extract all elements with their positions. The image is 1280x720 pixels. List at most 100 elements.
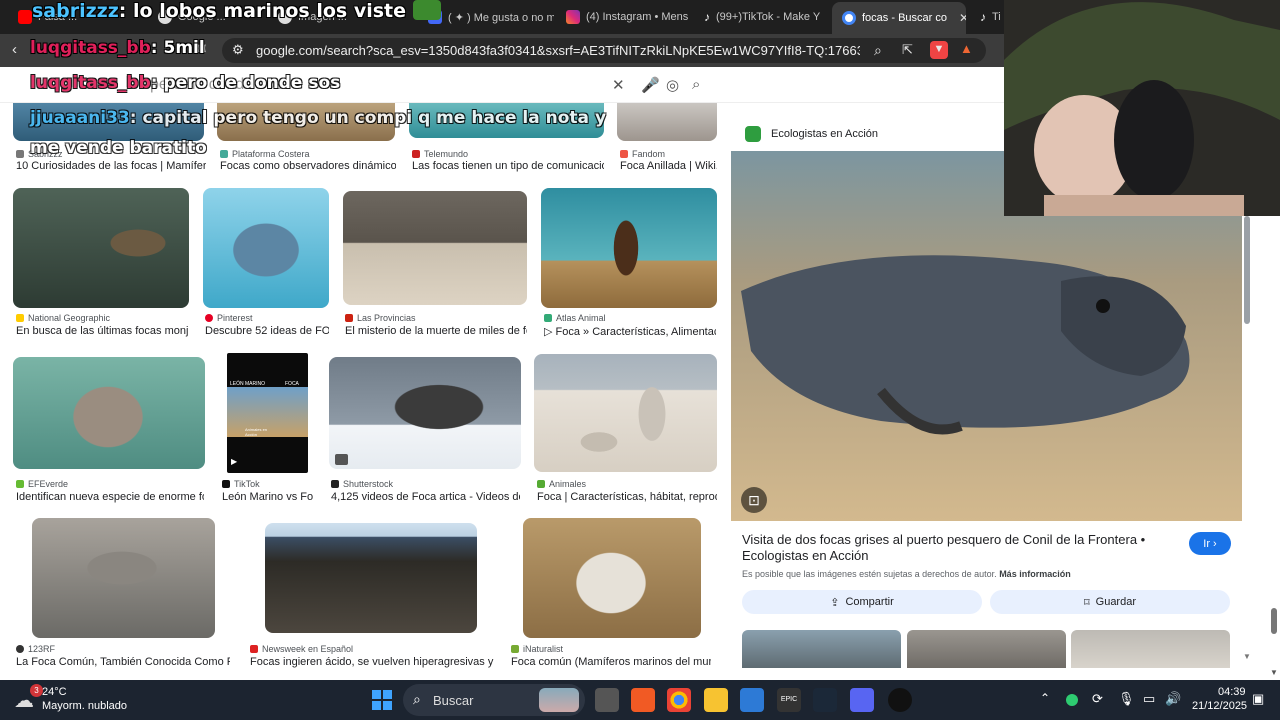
result-source[interactable]: Newsweek en Español [250,644,353,654]
scroll-down-icon[interactable]: ▼ [1243,652,1251,661]
start-windows-icon[interactable] [372,690,392,710]
task-view-icon[interactable] [595,688,619,712]
obs-icon[interactable] [888,688,912,712]
file-explorer-icon[interactable] [704,688,728,712]
result-source[interactable]: Shutterstock [331,479,393,489]
result-caption[interactable]: León Marino vs Fo... [222,491,314,503]
more-info-link[interactable]: Más información [999,569,1071,579]
related-image[interactable] [907,630,1066,668]
chrome-icon[interactable] [667,688,691,712]
result-image[interactable] [343,191,527,305]
zoom-search-icon[interactable]: ⌕ [874,42,882,58]
instagram-icon [566,10,580,24]
result-image[interactable] [203,188,329,308]
result-caption[interactable]: Foca Anillada | Wiki... [620,160,717,172]
share-icon[interactable]: ⇱ [902,42,913,58]
weather-widget[interactable]: ☁ 3 [14,684,43,712]
related-image[interactable] [742,630,901,668]
result-image[interactable] [13,188,189,308]
scroll-down-icon[interactable]: ▼ [1270,668,1278,677]
result-caption[interactable]: Identifican nueva especie de enorme foc.… [16,491,204,503]
clock-time[interactable]: 04:39 [1218,686,1246,698]
url-text[interactable]: google.com/search?sca_esv=1350d843fa3f03… [256,43,860,58]
result-source[interactable]: Animales [537,479,586,489]
brave-browser-icon[interactable] [631,688,655,712]
microphone-icon[interactable]: 🎙 [1118,691,1135,707]
result-caption[interactable]: Las focas tienen un tipo de comunicación… [412,160,604,172]
tab-instagram[interactable]: (4) Instagram • Mens [556,4,692,30]
result-caption[interactable]: 10 Curiosidades de las focas | Mamífero.… [16,160,206,172]
result-image[interactable] [541,188,717,308]
steam-icon[interactable] [813,688,837,712]
search-icon[interactable]: ⌕ [692,76,700,93]
weather-desc[interactable]: Mayorm. nublado [42,700,127,712]
back-arrow-icon[interactable]: ‹ [12,42,17,58]
page-scrollbar[interactable]: ▼ [1268,216,1280,678]
result-image[interactable] [13,357,205,469]
clear-search-icon[interactable]: ✕ [612,76,625,94]
result-source[interactable]: Telemundo [412,149,468,159]
lens-icon[interactable]: ◎ [666,76,679,94]
result-image[interactable] [534,354,717,472]
epic-games-icon[interactable]: EPIC [777,688,801,712]
google-icon [842,11,856,25]
result-caption[interactable]: Descubre 52 ideas de FO... [205,325,329,337]
result-caption[interactable]: El misterio de la muerte de miles de foc… [345,325,527,337]
network-icon[interactable]: ▭ [1143,691,1155,707]
result-source[interactable]: Plataforma Costera [220,149,310,159]
sync-icon[interactable]: ⟳ [1092,691,1103,707]
result-caption[interactable]: ▷ Foca » Características, Alimentaci... [544,325,716,338]
microsoft-store-icon[interactable] [740,688,764,712]
result-image[interactable] [32,518,215,638]
result-caption[interactable]: La Foca Común, También Conocida Como Foc… [16,656,230,668]
result-source[interactable]: TikTok [222,479,260,489]
tab-focas-active[interactable]: focas - Buscar co ✕ [832,2,966,34]
scroll-thumb[interactable] [1271,608,1277,634]
result-image[interactable] [523,518,701,638]
related-image[interactable] [1071,630,1230,668]
result-source[interactable]: iNaturalist [511,644,563,654]
visit-button[interactable]: Ir › [1189,532,1231,555]
result-caption[interactable]: Foca común (Mamíferos marinos del mundo)… [511,656,711,668]
status-icon[interactable] [1066,694,1078,706]
result-caption[interactable]: Focas ingieren ácido, se vuelven hiperag… [250,656,494,668]
result-source[interactable]: Las Provincias [345,313,416,323]
brave-rewards-icon[interactable]: ▲ [960,41,973,57]
site-settings-icon[interactable]: ⚙ [232,42,244,58]
result-caption[interactable]: Foca | Características, hábitat, reprodu… [537,491,717,503]
chevron-up-icon[interactable]: ⌃ [1040,691,1050,705]
source-favicon-icon [250,645,258,653]
result-source[interactable]: Fandom [620,149,665,159]
result-image[interactable] [265,523,477,633]
result-source[interactable]: Pinterest [205,313,253,323]
result-caption[interactable]: 4,125 videos de Foca artica - Videos de … [331,491,520,503]
lens-search-icon[interactable]: ⊡ [741,487,767,513]
panel-scrollbar[interactable]: ▼ [1243,216,1251,661]
brave-shield-icon[interactable]: ▼ [930,41,948,59]
result-source[interactable]: EFEverde [16,479,68,489]
share-button[interactable]: ⇪ Compartir [742,590,982,614]
close-tab-icon[interactable]: ✕ [959,11,966,25]
address-bar[interactable]: ⚙ google.com/search?sca_esv=1350d843fa3f… [222,38,986,63]
result-source[interactable]: National Geographic [16,313,110,323]
result-source[interactable]: 123RF [16,644,55,654]
weather-temp[interactable]: 24°C [42,686,67,698]
discord-icon[interactable] [850,688,874,712]
result-image[interactable] [617,103,717,141]
tab-tiktok-2[interactable]: ♪ Ti [970,4,1004,30]
taskbar-search[interactable]: ⌕ Buscar [403,684,585,716]
result-caption[interactable]: Focas como observadores dinámicos:... [220,160,396,172]
panel-title[interactable]: Visita de dos focas grises al puerto pes… [742,532,1182,564]
result-caption[interactable]: En busca de las últimas focas monje ... [16,325,188,337]
scroll-thumb[interactable] [1244,216,1250,324]
notifications-icon[interactable]: ▣ [1252,691,1264,707]
microphone-icon[interactable]: 🎤 [641,76,660,94]
save-button[interactable]: ⌑ Guardar [990,590,1230,614]
panel-source[interactable]: Ecologistas en Acción [745,126,878,142]
clock-date[interactable]: 21/12/2025 [1192,700,1247,712]
volume-icon[interactable]: 🔊 [1165,691,1181,707]
tiktok-video-thumbnail[interactable]: LEÓN MARINO FOCA Animales en Acción ▶ [227,353,308,473]
result-source[interactable]: Atlas Animal [544,313,606,323]
result-image[interactable] [329,357,521,469]
tab-tiktok[interactable]: ♪ (99+)TikTok - Make Y [694,4,830,30]
